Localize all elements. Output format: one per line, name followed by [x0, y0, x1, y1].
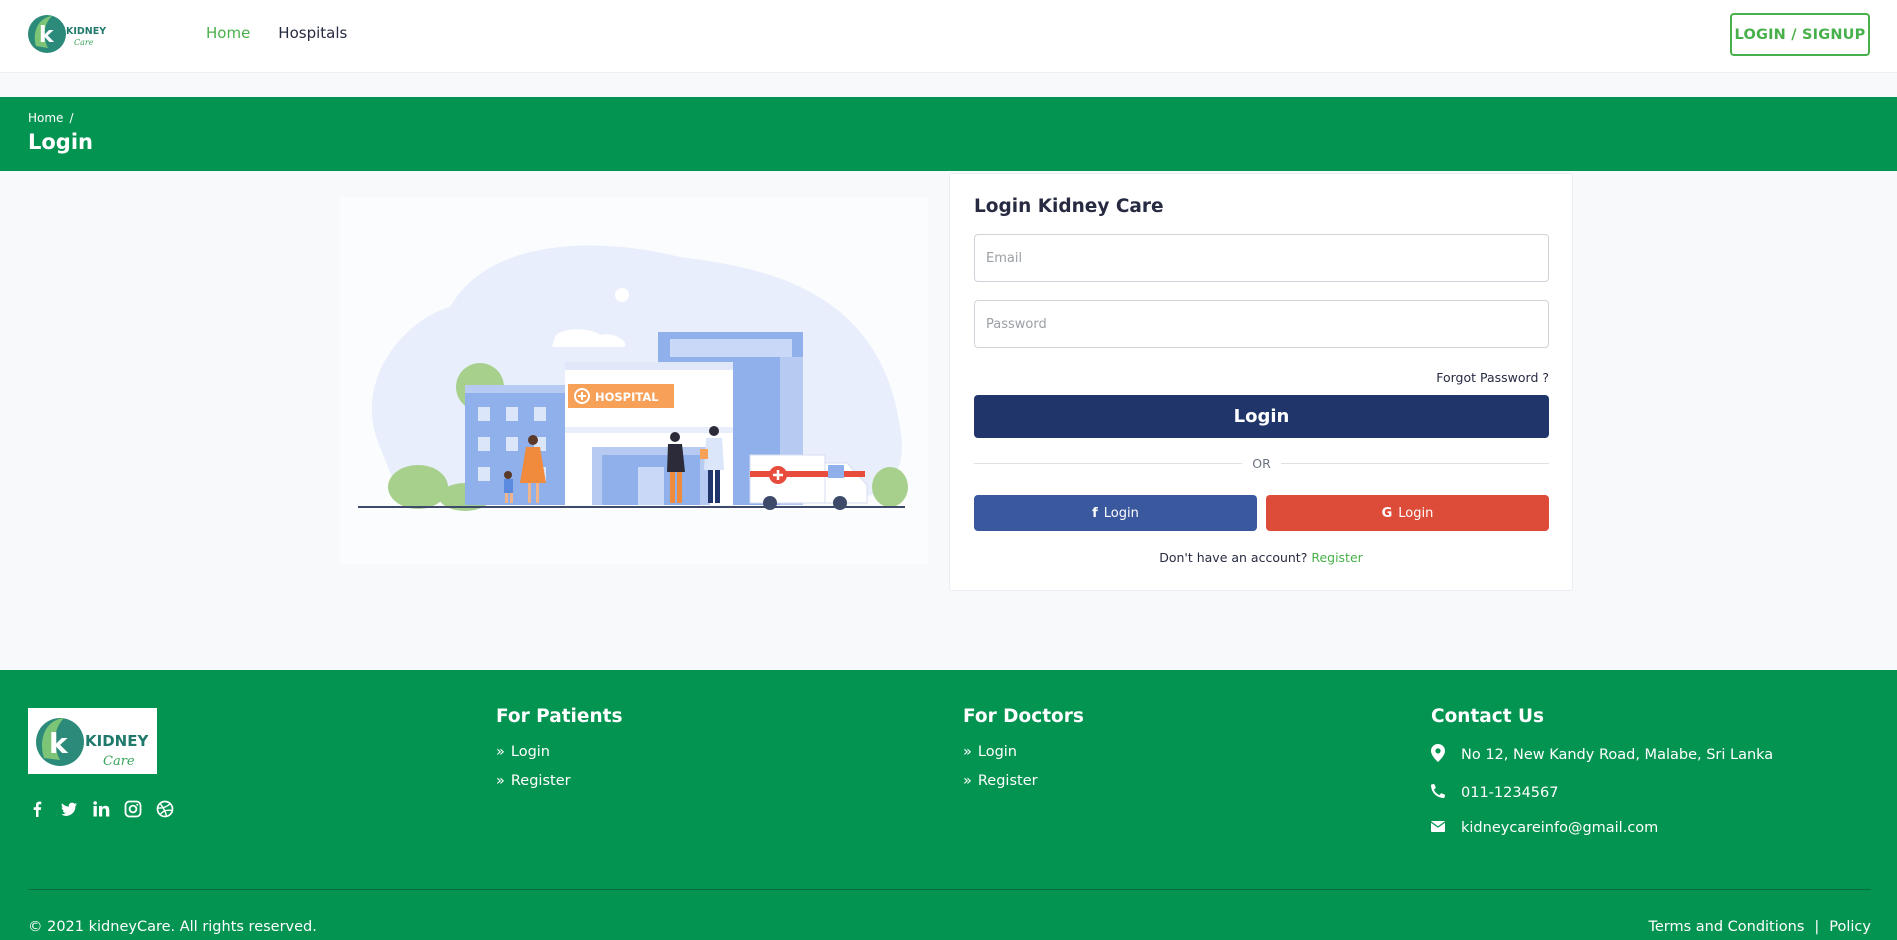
breadcrumb: Home /: [28, 111, 73, 125]
twitter-icon[interactable]: [60, 800, 78, 818]
contact-heading: Contact Us: [1431, 706, 1545, 727]
footer-patients-column: For Patients » Login » Register: [496, 706, 622, 802]
address-text: No 12, New Kandy Road, Malabe, Sri Lanka: [1461, 747, 1774, 763]
contact-email: kidneycareinfo@gmail.com: [1430, 820, 1773, 836]
svg-text:k: k: [49, 727, 69, 760]
footer-legal-links: Terms and Conditions | Policy: [1648, 919, 1871, 935]
instagram-icon[interactable]: [124, 800, 142, 818]
breadcrumb-separator: /: [69, 111, 74, 125]
doctors-login-link[interactable]: » Login: [963, 744, 1084, 760]
facebook-login-button[interactable]: f Login: [974, 495, 1257, 531]
svg-text:k: k: [39, 23, 55, 48]
doctors-login-label: Login: [977, 744, 1017, 760]
footer-logo[interactable]: k KIDNEY Care: [28, 708, 157, 774]
site-footer: k KIDNEY Care For Patients » Login » Regis…: [0, 670, 1897, 940]
facebook-icon: f: [1092, 505, 1098, 521]
nav-home[interactable]: Home: [206, 24, 250, 42]
contact-phone: 011-1234567: [1430, 783, 1773, 802]
linkedin-icon[interactable]: [92, 800, 110, 818]
kidney-care-logo[interactable]: k KIDNEY Care: [28, 12, 110, 58]
envelope-icon: [1430, 820, 1446, 836]
legal-separator: |: [1814, 919, 1820, 935]
double-chevron-right-icon: »: [963, 773, 972, 789]
login-signup-button[interactable]: LOGIN / SIGNUP: [1730, 13, 1870, 56]
double-chevron-right-icon: »: [496, 773, 505, 789]
email-field[interactable]: [974, 234, 1549, 282]
facebook-login-label: Login: [1103, 505, 1139, 521]
doctors-register-label: Register: [977, 773, 1038, 789]
svg-text:KIDNEY: KIDNEY: [66, 26, 106, 37]
breadcrumb-bar: Home / Login: [0, 97, 1897, 171]
login-submit-button[interactable]: Login: [974, 395, 1549, 438]
contact-address: No 12, New Kandy Road, Malabe, Sri Lanka: [1431, 744, 1773, 766]
register-link[interactable]: Register: [1311, 550, 1362, 565]
footer-contact-column: Contact Us No 12, New Kandy Road, Malabe…: [1430, 706, 1773, 854]
breadcrumb-home[interactable]: Home: [28, 111, 63, 125]
no-account-text: Don't have an account?: [1159, 550, 1308, 565]
patients-register-label: Register: [510, 773, 571, 789]
svg-text:Care: Care: [74, 38, 94, 47]
phone-icon: [1430, 783, 1446, 802]
copyright-text: © 2021 kidneyCare. All rights reserved.: [28, 919, 317, 935]
or-divider: OR: [974, 456, 1549, 471]
google-icon: G: [1381, 505, 1393, 521]
footer-social-links: [28, 800, 174, 818]
password-field[interactable]: [974, 300, 1549, 348]
svg-text:KIDNEY: KIDNEY: [85, 732, 149, 750]
google-login-label: Login: [1398, 505, 1434, 521]
top-header: k KIDNEY Care Home Hospitals LOGIN / SIG…: [0, 0, 1897, 73]
google-login-button[interactable]: G Login: [1266, 495, 1549, 531]
doctors-register-link[interactable]: » Register: [963, 773, 1084, 789]
policy-link[interactable]: Policy: [1829, 919, 1871, 935]
login-card: Login Kidney Care Forgot Password ? Logi…: [949, 173, 1573, 591]
email-text[interactable]: kidneycareinfo@gmail.com: [1461, 820, 1658, 836]
hospital-illustration: HOSPITAL: [340, 197, 928, 564]
patients-login-link[interactable]: » Login: [496, 744, 622, 760]
register-prompt: Don't have an account? Register: [950, 550, 1572, 565]
footer-doctors-column: For Doctors » Login » Register: [963, 706, 1084, 802]
patients-login-label: Login: [510, 744, 550, 760]
dribbble-icon[interactable]: [156, 800, 174, 818]
doctors-heading: For Doctors: [963, 706, 1084, 727]
nav-hospitals[interactable]: Hospitals: [278, 24, 347, 42]
double-chevron-right-icon: »: [963, 744, 972, 760]
double-chevron-right-icon: »: [496, 744, 505, 760]
facebook-icon[interactable]: [28, 800, 46, 818]
map-pin-icon: [1431, 744, 1445, 766]
patients-heading: For Patients: [496, 706, 623, 727]
footer-divider: [28, 889, 1871, 890]
phone-text: 011-1234567: [1461, 785, 1559, 801]
page-title: Login: [28, 130, 93, 154]
hospital-sign-text: HOSPITAL: [595, 390, 659, 404]
login-card-title: Login Kidney Care: [974, 196, 1164, 217]
terms-link[interactable]: Terms and Conditions: [1648, 919, 1804, 935]
svg-text:Care: Care: [103, 754, 135, 769]
patients-register-link[interactable]: » Register: [496, 773, 622, 789]
forgot-password-link[interactable]: Forgot Password ?: [1436, 370, 1549, 385]
main-nav: Home Hospitals: [206, 24, 347, 42]
